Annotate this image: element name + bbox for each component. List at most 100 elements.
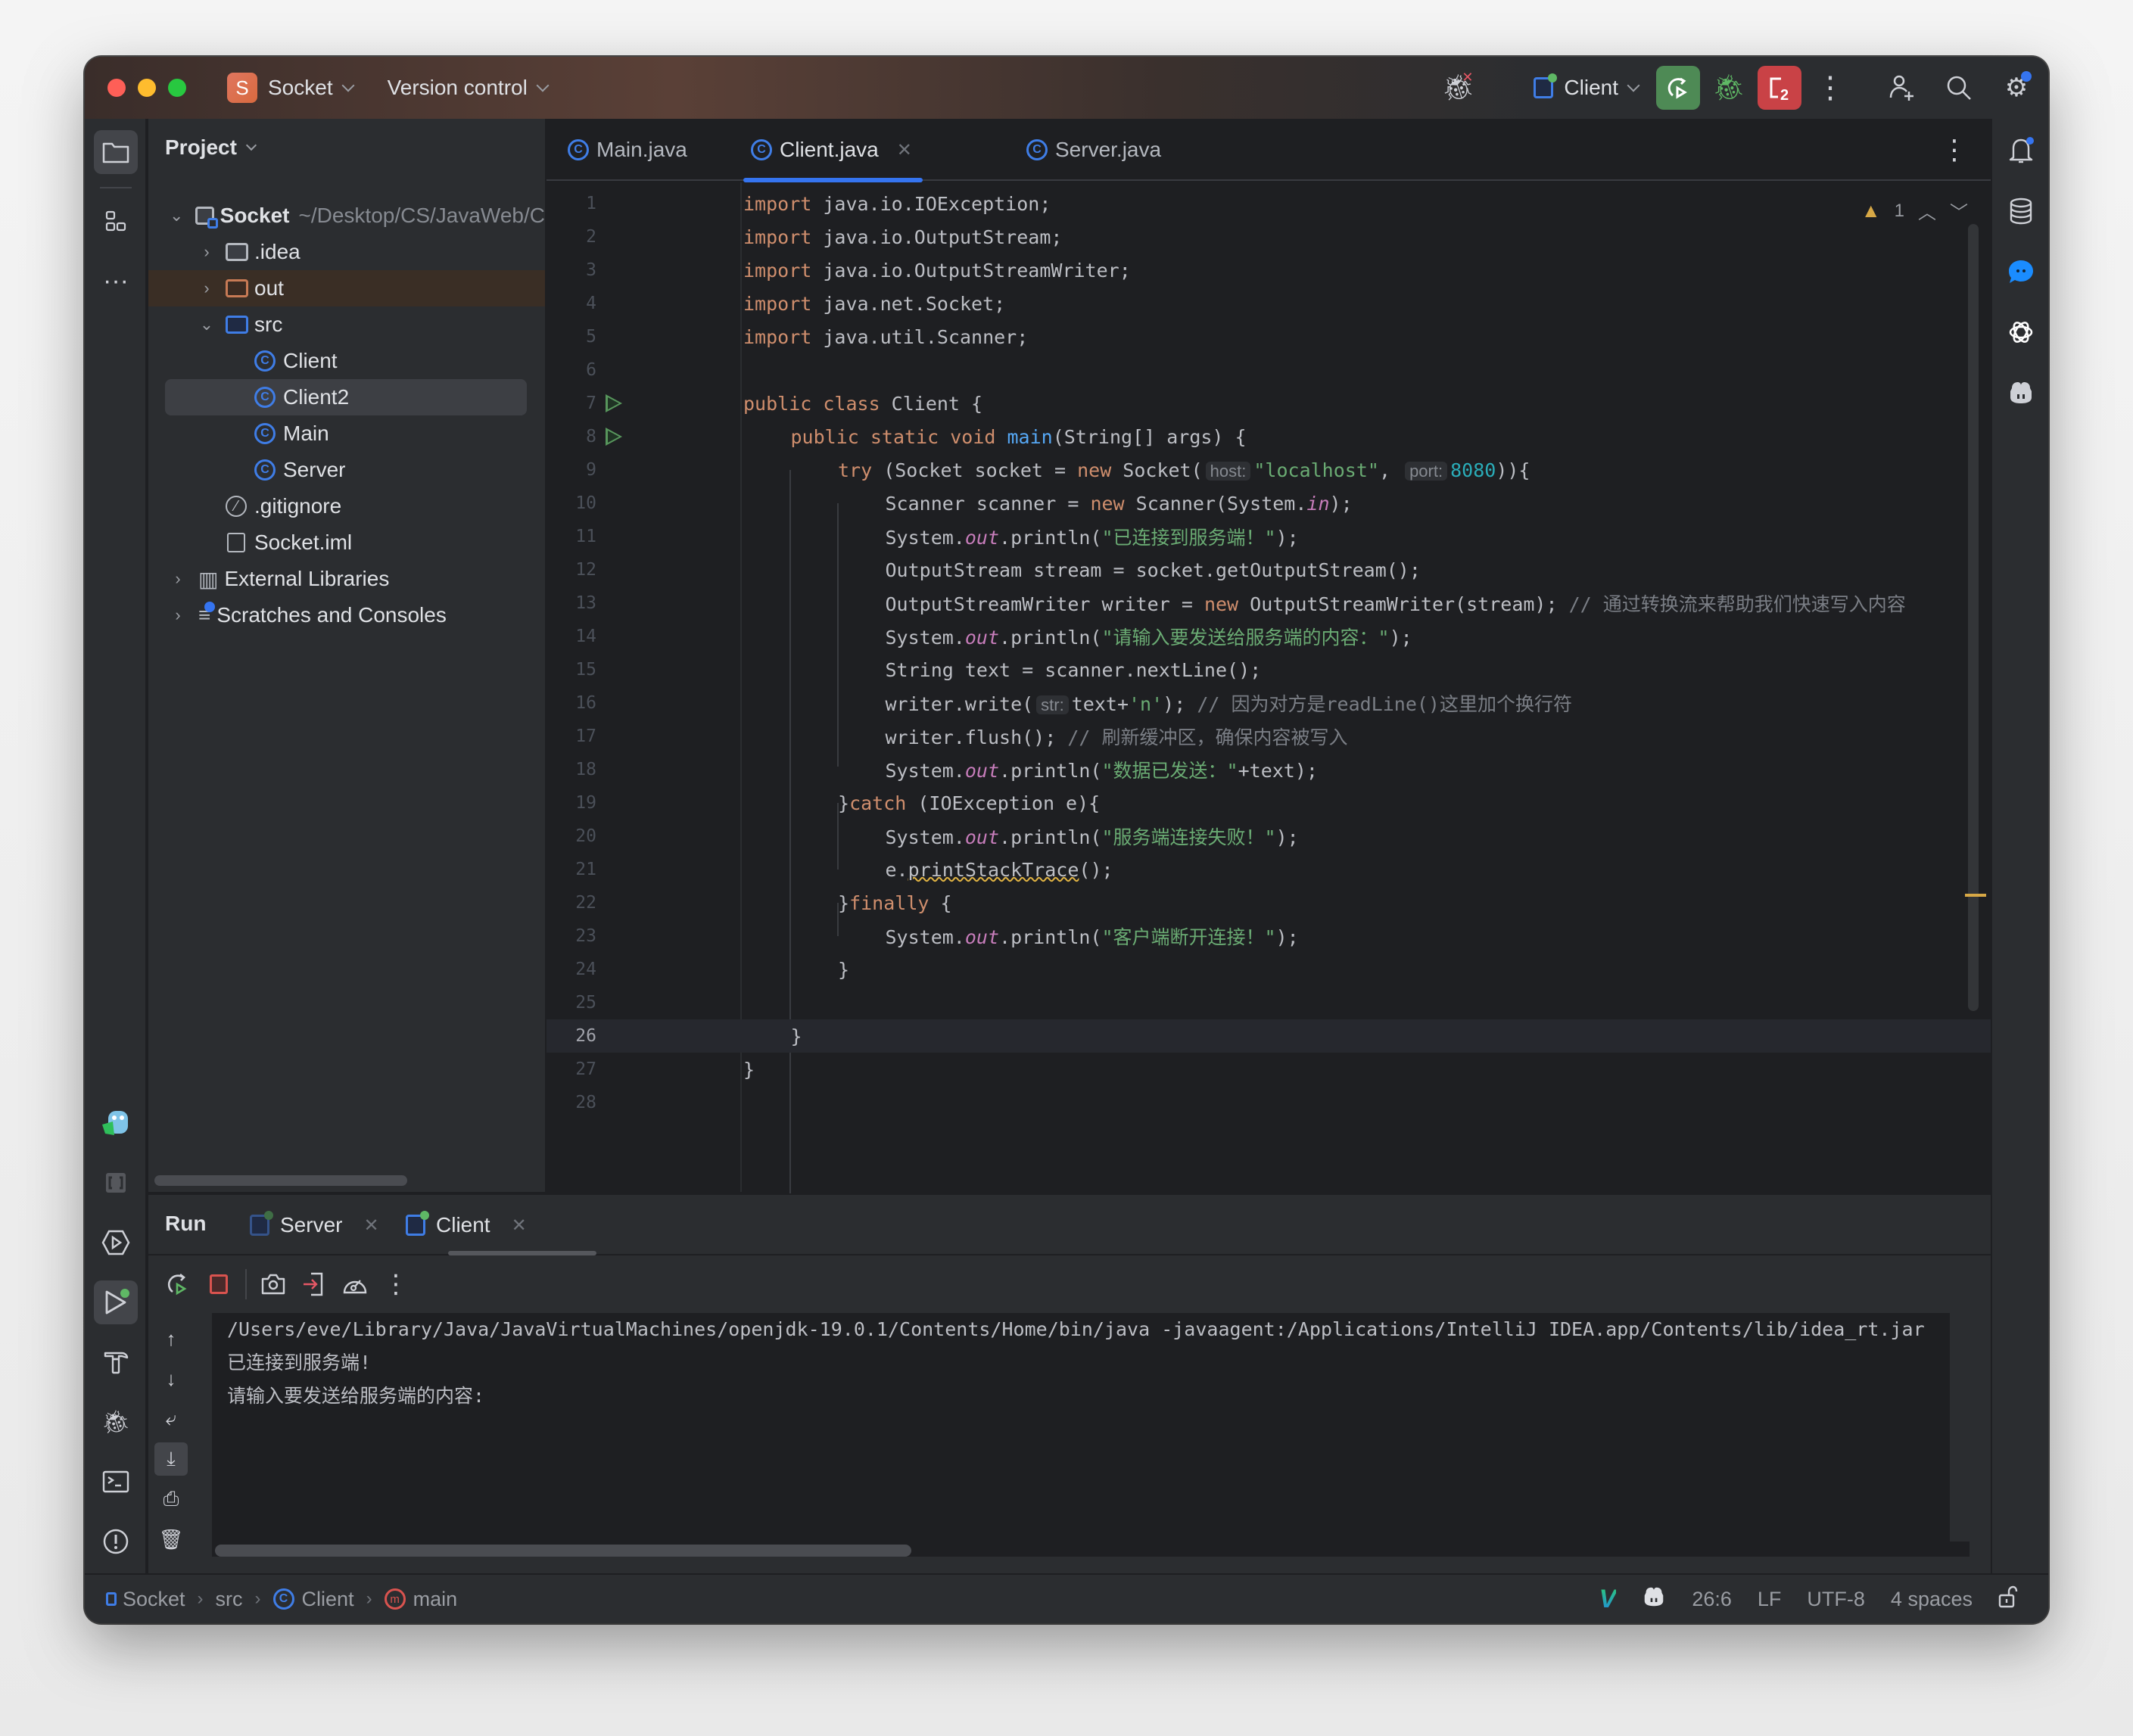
copilot-button[interactable] xyxy=(2000,372,2042,414)
bookmarks-button[interactable] xyxy=(94,1161,138,1205)
line-number[interactable]: 13 xyxy=(546,593,596,613)
database-button[interactable] xyxy=(2000,190,2042,232)
run-gutter-icon[interactable] xyxy=(606,394,622,412)
code-line[interactable]: 23 System.out.println("客户端断开连接！"); xyxy=(546,919,1991,953)
breadcrumb-client[interactable]: C Client xyxy=(272,1588,354,1611)
tree-item-gitignore[interactable]: ⁄ .gitignore xyxy=(148,488,545,524)
code-area[interactable]: ▲ 1 ︿ ﹀ 1 import java.io.IOException; 2 imp… xyxy=(546,182,1991,1202)
line-number[interactable]: 28 xyxy=(546,1093,596,1112)
line-number[interactable]: 16 xyxy=(546,693,596,713)
run-tab-client[interactable]: Client ✕ xyxy=(406,1209,527,1242)
debug-button[interactable]: 🐞︎ xyxy=(1709,68,1748,107)
code-line[interactable]: 7 public class Client { xyxy=(546,387,1991,420)
code-line[interactable]: 24} xyxy=(546,953,1991,986)
tree-item-main[interactable]: C Main xyxy=(148,415,545,452)
version-control-menu[interactable]: Version control xyxy=(388,76,550,100)
console-horizontal-scrollbar[interactable] xyxy=(215,1545,911,1557)
breadcrumb-src[interactable]: src xyxy=(216,1588,243,1611)
debug-disabled-button[interactable]: 🐞︎ ✕ xyxy=(1438,68,1478,107)
code-line[interactable]: 6 xyxy=(546,353,1991,387)
tree-item-client[interactable]: C Client xyxy=(148,343,545,379)
indent-setting[interactable]: 4 spaces xyxy=(1891,1588,1973,1611)
terminal-tool-button[interactable] xyxy=(94,1460,138,1504)
line-number[interactable]: 20 xyxy=(546,826,596,846)
tree-item-src[interactable]: ⌄ src xyxy=(148,306,545,343)
tree-item-idea[interactable]: › .idea xyxy=(148,234,545,270)
run-gutter-icon[interactable] xyxy=(606,428,622,446)
project-tool-button[interactable] xyxy=(94,130,138,174)
breadcrumb-main[interactable]: m main xyxy=(384,1588,457,1611)
line-number[interactable]: 11 xyxy=(546,527,596,546)
close-icon[interactable]: ✕ xyxy=(512,1215,527,1237)
run-config-selector[interactable]: Client xyxy=(1534,73,1640,100)
line-number[interactable]: 9 xyxy=(546,460,596,480)
services-tool-button[interactable] xyxy=(94,1221,138,1265)
debug-tool-button[interactable]: 🐞︎ xyxy=(94,1400,138,1444)
code-line[interactable]: 3 import java.io.OutputStreamWriter; xyxy=(546,254,1991,287)
add-user-button[interactable] xyxy=(1882,68,1921,107)
tree-item-server[interactable]: C Server xyxy=(148,452,545,488)
tree-item-client2[interactable]: C Client2 xyxy=(165,379,527,415)
line-separator[interactable]: LF xyxy=(1758,1588,1782,1611)
file-encoding[interactable]: UTF-8 xyxy=(1807,1588,1865,1611)
line-number[interactable]: 14 xyxy=(546,627,596,646)
minimize-window-button[interactable] xyxy=(138,79,156,97)
clear-console-button[interactable]: 🗑︎ xyxy=(154,1523,188,1556)
caret-position[interactable]: 26:6 xyxy=(1692,1588,1732,1611)
line-number[interactable]: 26 xyxy=(546,1026,596,1046)
breadcrumb-socket[interactable]: Socket xyxy=(106,1588,185,1611)
line-number[interactable]: 25 xyxy=(546,993,596,1013)
more-actions-button[interactable]: ⋮ xyxy=(1811,68,1850,107)
scroll-to-end-button[interactable]: ⤓ xyxy=(154,1442,188,1476)
stop-button[interactable] xyxy=(198,1264,239,1305)
chevron-right-icon[interactable]: › xyxy=(170,605,186,625)
line-number[interactable]: 12 xyxy=(546,560,596,580)
code-line[interactable]: 22}finally { xyxy=(546,886,1991,919)
project-panel-header[interactable]: Project xyxy=(165,135,257,160)
code-line[interactable]: 16 writer.write(str: text+'n'); // 因为对方是re… xyxy=(546,686,1991,720)
code-line[interactable]: 11 System.out.println("已连接到服务端！"); xyxy=(546,520,1991,553)
line-number[interactable]: 22 xyxy=(546,893,596,913)
code-line[interactable]: 28 xyxy=(546,1086,1991,1119)
code-line[interactable]: 27} xyxy=(546,1053,1991,1086)
scroll-up-button[interactable]: ↑ xyxy=(154,1322,188,1355)
tree-item-external-libraries[interactable]: › ▥ External Libraries xyxy=(148,561,545,597)
read-only-toggle[interactable] xyxy=(1998,1585,2018,1613)
gopher-plugin-button[interactable] xyxy=(94,1101,138,1145)
print-button[interactable]: ⎙ xyxy=(154,1482,188,1516)
line-number[interactable]: 17 xyxy=(546,726,596,746)
line-number[interactable]: 18 xyxy=(546,760,596,779)
line-number[interactable]: 19 xyxy=(546,793,596,813)
code-line[interactable]: 9 try (Socket socket = new Socket(host: "l… xyxy=(546,453,1991,487)
line-number[interactable]: 24 xyxy=(546,960,596,979)
project-badge[interactable]: S xyxy=(227,73,257,103)
structure-tool-button[interactable] xyxy=(94,200,138,244)
line-number[interactable]: 5 xyxy=(546,327,596,347)
tab-client-java[interactable]: C Client.java ✕ xyxy=(743,119,923,182)
code-line[interactable]: 14 System.out.println("请输入要发送给服务端的内容："); xyxy=(546,620,1991,653)
code-line[interactable]: 5 import java.util.Scanner; xyxy=(546,320,1991,353)
close-icon[interactable]: ✕ xyxy=(363,1215,378,1237)
project-horizontal-scrollbar[interactable] xyxy=(154,1175,407,1186)
code-line[interactable]: 25 xyxy=(546,986,1991,1019)
chevron-down-icon[interactable]: ⌄ xyxy=(170,206,183,226)
line-number[interactable]: 27 xyxy=(546,1059,596,1079)
line-number[interactable]: 4 xyxy=(546,294,596,313)
build-tool-button[interactable] xyxy=(94,1340,138,1384)
line-number[interactable]: 2 xyxy=(546,227,596,247)
stop-button[interactable]: 2 xyxy=(1758,66,1801,110)
line-number[interactable]: 3 xyxy=(546,260,596,280)
copilot-status-icon[interactable] xyxy=(1642,1586,1666,1613)
settings-button[interactable]: ⚙ xyxy=(1997,68,2036,107)
vim-plugin-icon[interactable]: V xyxy=(1599,1585,1617,1614)
soft-wrap-button[interactable]: ⤶ xyxy=(154,1402,188,1436)
code-line[interactable]: 15 String text = scanner.nextLine(); xyxy=(546,653,1991,686)
chevron-right-icon[interactable]: › xyxy=(198,278,215,298)
rerun-button[interactable] xyxy=(1656,66,1700,110)
project-switcher[interactable]: Socket xyxy=(268,76,355,100)
zoom-window-button[interactable] xyxy=(168,79,186,97)
run-tab-server[interactable]: Server ✕ xyxy=(250,1209,379,1242)
console-vertical-scrollbar[interactable] xyxy=(1950,1313,1970,1542)
code-line[interactable]: 20 System.out.println("服务端连接失败！"); xyxy=(546,820,1991,853)
line-number[interactable]: 15 xyxy=(546,660,596,680)
